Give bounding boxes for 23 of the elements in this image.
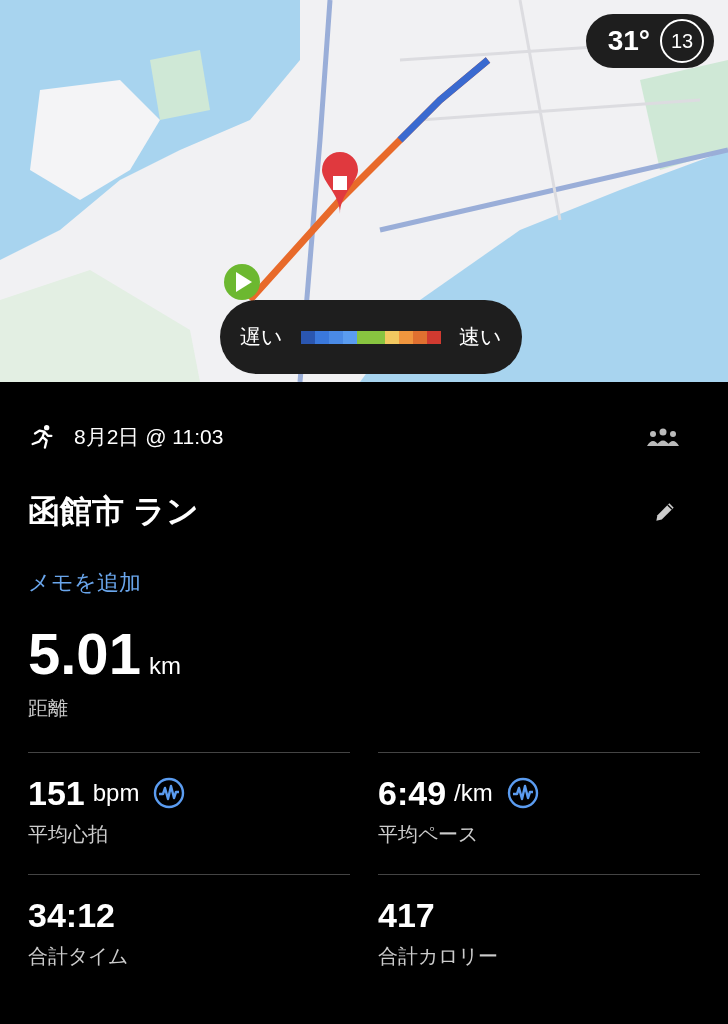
heartbeat-icon[interactable] [506,777,539,809]
stat-value: 34:12 [28,895,115,935]
dial-badge: 13 [660,19,704,63]
stat-value: 6:49 [378,773,447,813]
temperature: 31° [607,25,650,57]
stat-label: 合計カロリー [378,944,499,969]
activity-title: 函館市 ラン [28,492,199,531]
stat-label: 平均ペース [378,822,479,847]
stat-label: 合計タイム [28,944,129,969]
legend-label: 速い [459,324,502,350]
activity-date: 8月2日 @ 11:03 [74,424,224,450]
distance-unit: km [148,652,181,680]
stat-unit: bpm [92,779,140,807]
stat-value: 151 [28,773,85,813]
group-icon[interactable] [646,427,680,447]
stat-label: 平均心拍 [28,822,109,847]
heartbeat-icon[interactable] [153,777,186,809]
add-note-link[interactable]: メモを追加 [28,568,141,598]
distance-label: 距離 [28,696,69,721]
distance-value: 5.01 [28,620,141,687]
stat-value: 417 [378,895,435,935]
stat-unit: /km [454,779,493,807]
legend-label: 遅い [240,324,283,350]
